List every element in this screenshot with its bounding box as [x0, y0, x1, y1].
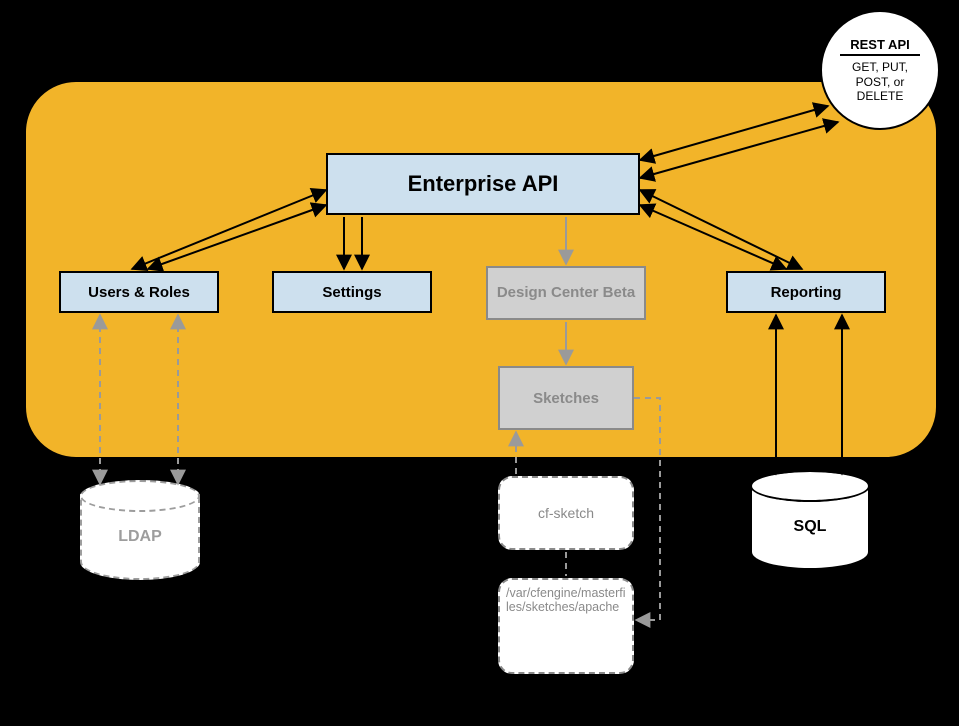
container-panel — [24, 80, 938, 459]
ldap-cylinder: LDAP — [80, 480, 200, 580]
rest-api-methods: GET, PUT, POST, or DELETE — [822, 60, 938, 103]
reporting-box: Reporting — [726, 271, 886, 313]
settings-box: Settings — [272, 271, 432, 313]
enterprise-api-box: Enterprise API — [326, 153, 640, 215]
users-roles-box: Users & Roles — [59, 271, 219, 313]
rest-api-circle: REST API GET, PUT, POST, or DELETE — [820, 10, 940, 130]
users-roles-label: Users & Roles — [88, 284, 190, 301]
design-center-label: Design Center Beta — [497, 284, 635, 302]
rest-api-title: REST API — [850, 37, 909, 53]
masterfiles-box: /var/cfengine/masterfiles/sketches/apach… — [498, 578, 634, 674]
design-center-box: Design Center Beta — [486, 266, 646, 320]
masterfiles-label: /var/cfengine/masterfiles/sketches/apach… — [506, 586, 626, 614]
cf-sketch-label: cf-sketch — [538, 505, 594, 521]
sql-label: SQL — [750, 518, 870, 536]
sql-cylinder: SQL — [750, 470, 870, 570]
enterprise-api-label: Enterprise API — [408, 171, 559, 197]
settings-label: Settings — [322, 284, 381, 301]
sketches-box: Sketches — [498, 366, 634, 430]
cf-sketch-box: cf-sketch — [498, 476, 634, 550]
sketches-label: Sketches — [533, 390, 599, 407]
ldap-label: LDAP — [80, 528, 200, 546]
reporting-label: Reporting — [771, 284, 842, 301]
divider-line — [840, 54, 920, 56]
